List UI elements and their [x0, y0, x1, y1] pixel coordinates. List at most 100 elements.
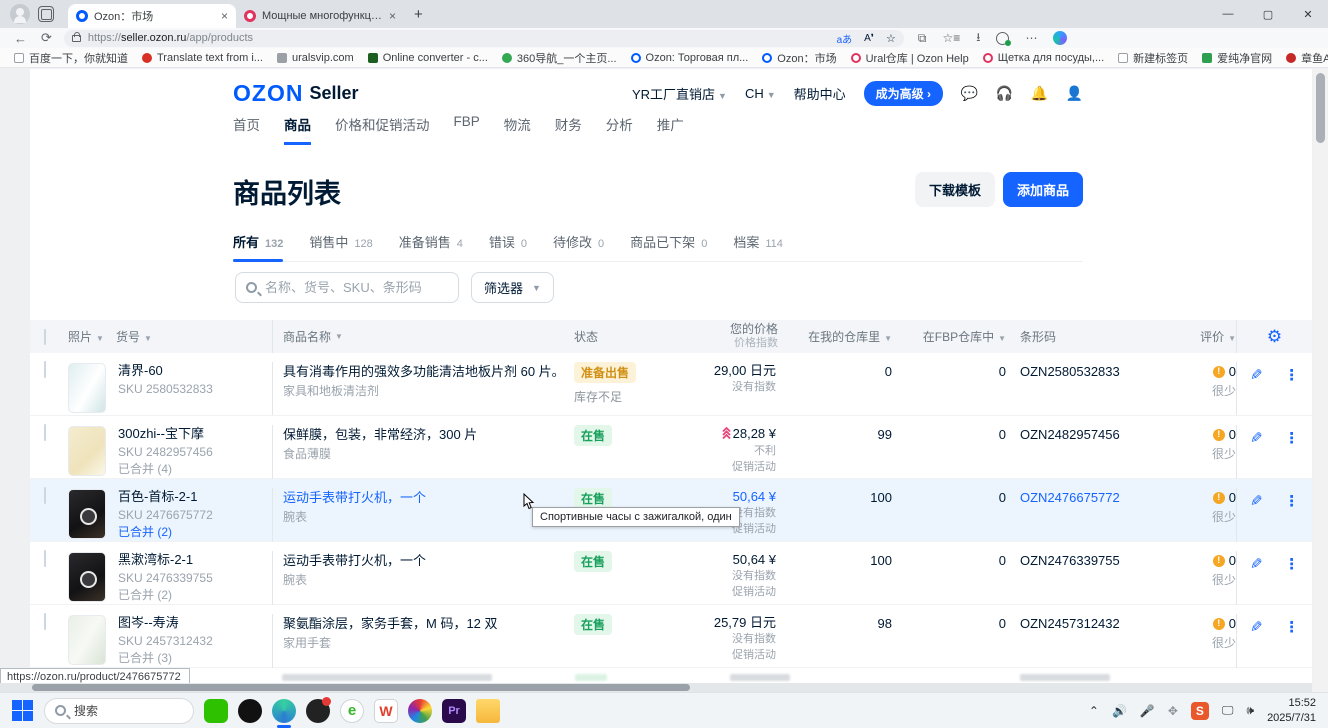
premiere-icon[interactable]: Pr [442, 699, 466, 723]
row-checkbox[interactable] [44, 550, 46, 567]
select-all-checkbox[interactable] [44, 329, 46, 345]
merged-label[interactable]: 已合并 (2) [118, 524, 272, 541]
file-explorer-icon[interactable] [476, 699, 500, 723]
ozon-logo[interactable]: OZON [233, 80, 303, 107]
downloads-icon[interactable]: ⭳ [976, 28, 980, 49]
taskbar-search[interactable]: 搜索 [44, 698, 194, 724]
start-button[interactable] [12, 700, 34, 722]
tab-ready[interactable]: 准备销售4 [399, 232, 463, 251]
nav-logistics[interactable]: 物流 [504, 114, 531, 145]
scrollbar-thumb[interactable] [32, 684, 690, 691]
product-search[interactable] [235, 272, 459, 303]
workspaces-icon[interactable] [38, 6, 54, 22]
merged-label[interactable]: 已合并 (4) [118, 461, 272, 478]
headset-icon[interactable]: 🎧 [996, 85, 1013, 102]
lock-icon[interactable] [72, 35, 81, 42]
product-name[interactable]: 运动手表带打火机，一个 [283, 551, 574, 571]
account-icon[interactable]: 👤 [1066, 85, 1083, 102]
language-selector[interactable]: CH▼ [745, 86, 776, 101]
wechat-icon[interactable] [204, 699, 228, 723]
col-name[interactable]: 商品名称▼ [272, 320, 574, 353]
product-thumbnail[interactable] [68, 426, 106, 476]
merged-label[interactable]: 已合并 (2) [118, 587, 272, 604]
product-name[interactable]: 具有消毒作用的强效多功能清洁地板片剂 60 片。 [283, 362, 574, 382]
product-thumbnail[interactable] [68, 552, 106, 602]
pinwheel-browser-icon[interactable] [408, 699, 432, 723]
ie-browser-icon[interactable]: e [340, 699, 364, 723]
row-checkbox[interactable] [44, 613, 46, 630]
merged-label[interactable]: 已合并 (3) [118, 650, 272, 667]
edit-pencil-icon[interactable]: ✎ [1250, 492, 1263, 542]
bookmark-item[interactable]: Ural仓库 | Ozon Help [851, 50, 969, 66]
edit-pencil-icon[interactable]: ✎ [1250, 366, 1263, 415]
browser-essentials-icon[interactable] [996, 32, 1009, 45]
nav-fbp[interactable]: FBP [454, 114, 480, 145]
horizontal-scrollbar[interactable] [0, 683, 1312, 692]
row-more-icon[interactable]: ⋮ [1284, 366, 1299, 415]
search-input[interactable] [265, 280, 448, 295]
tab-errors[interactable]: 错误0 [489, 232, 527, 251]
speaker-icon[interactable]: 🔊 [1112, 704, 1127, 718]
bookmark-item[interactable]: Щетка для посуды,... [983, 52, 1104, 64]
minimize-button[interactable]: — [1208, 0, 1248, 28]
address-bar[interactable]: https://seller.ozon.ru/app/products aあ A… [64, 30, 904, 47]
filter-button[interactable]: 筛选器▼ [471, 272, 554, 303]
browser-profile-icon[interactable] [10, 4, 30, 24]
tab-delisted[interactable]: 商品已下架0 [630, 232, 707, 251]
nav-pricing[interactable]: 价格和促销活动 [335, 114, 430, 145]
col-fbp-warehouse[interactable]: 在FBP仓库中▼ [892, 328, 1006, 345]
bookmark-item[interactable]: 新建标签页 [1118, 50, 1188, 66]
bookmark-item[interactable]: Ozon：市场 [762, 50, 836, 66]
notification-app-icon[interactable] [306, 699, 330, 723]
split-screen-icon[interactable]: ⧉ [918, 31, 927, 46]
row-more-icon[interactable]: ⋮ [1284, 492, 1299, 542]
tab-all[interactable]: 所有132 [233, 232, 283, 251]
bookmark-item[interactable]: Online converter - c... [368, 52, 488, 64]
remote-app-icon[interactable]: ✥ [1168, 704, 1178, 718]
collections-icon[interactable]: ☆≡ [942, 31, 960, 45]
table-settings-gear-icon[interactable]: ⚙ [1267, 327, 1282, 347]
bookmark-item[interactable]: 爱纯净官网 [1202, 50, 1272, 66]
sogou-input-icon[interactable]: S [1191, 702, 1209, 720]
product-name[interactable]: 聚氨酯涂层，家务手套，M 码，12 双 [283, 614, 574, 634]
table-row[interactable]: 300zhi--宝下摩 SKU 2482957456 已合并 (4) 保鲜膜，包… [30, 416, 1312, 479]
volume-icon[interactable]: 🕪 [1247, 703, 1255, 718]
tray-expand-icon[interactable]: ⌃ [1089, 704, 1099, 718]
back-icon[interactable]: ← [14, 31, 27, 46]
nav-finance[interactable]: 财务 [555, 114, 582, 145]
product-thumbnail[interactable] [68, 363, 106, 413]
qq-icon[interactable] [238, 699, 262, 723]
product-thumbnail[interactable] [68, 615, 106, 665]
edit-pencil-icon[interactable]: ✎ [1250, 429, 1263, 479]
help-center-link[interactable]: 帮助中心 [794, 84, 846, 103]
product-thumbnail[interactable] [68, 489, 106, 539]
row-checkbox[interactable] [44, 361, 46, 378]
microphone-icon[interactable]: 🎤 [1140, 704, 1155, 718]
row-checkbox[interactable] [44, 424, 46, 441]
download-template-button[interactable]: 下载模板 [915, 172, 995, 207]
add-product-button[interactable]: 添加商品 [1003, 172, 1083, 207]
row-more-icon[interactable]: ⋮ [1284, 555, 1299, 605]
promo-note[interactable]: 促销活动 [706, 585, 776, 600]
table-row[interactable]: 黑漱湾标-2-1 SKU 2476339755 已合并 (2) 运动手表带打火机… [30, 542, 1312, 605]
close-tab-icon[interactable]: × [389, 9, 396, 23]
taskbar-clock[interactable]: 15:52 2025/7/31 [1267, 696, 1316, 725]
nav-products[interactable]: 商品 [284, 114, 311, 145]
tab-archive[interactable]: 档案114 [733, 232, 783, 251]
copilot-icon[interactable] [1053, 31, 1067, 45]
tab-product-page[interactable]: Мощные многофункциональнь × [236, 4, 404, 28]
row-checkbox[interactable] [44, 487, 46, 504]
bookmark-item[interactable]: Translate text from i... [142, 52, 263, 64]
close-tab-icon[interactable]: × [221, 9, 228, 23]
store-selector[interactable]: YR工厂直销店▼ [632, 84, 727, 103]
edge-browser-icon[interactable] [272, 699, 296, 723]
read-aloud-icon[interactable]: A❜ [864, 33, 874, 44]
col-photo[interactable]: 照片▼ [68, 328, 116, 345]
product-name[interactable]: 保鲜膜，包装，非常经济，300 片 [283, 425, 574, 445]
maximize-button[interactable]: ▢ [1248, 0, 1288, 28]
bookmark-item[interactable]: 章鱼AI [1286, 50, 1328, 66]
nav-home[interactable]: 首页 [233, 114, 260, 145]
close-button[interactable]: ✕ [1288, 0, 1328, 28]
become-premium-button[interactable]: 成为高级 › [864, 81, 943, 106]
tab-selling[interactable]: 销售中128 [309, 232, 372, 251]
